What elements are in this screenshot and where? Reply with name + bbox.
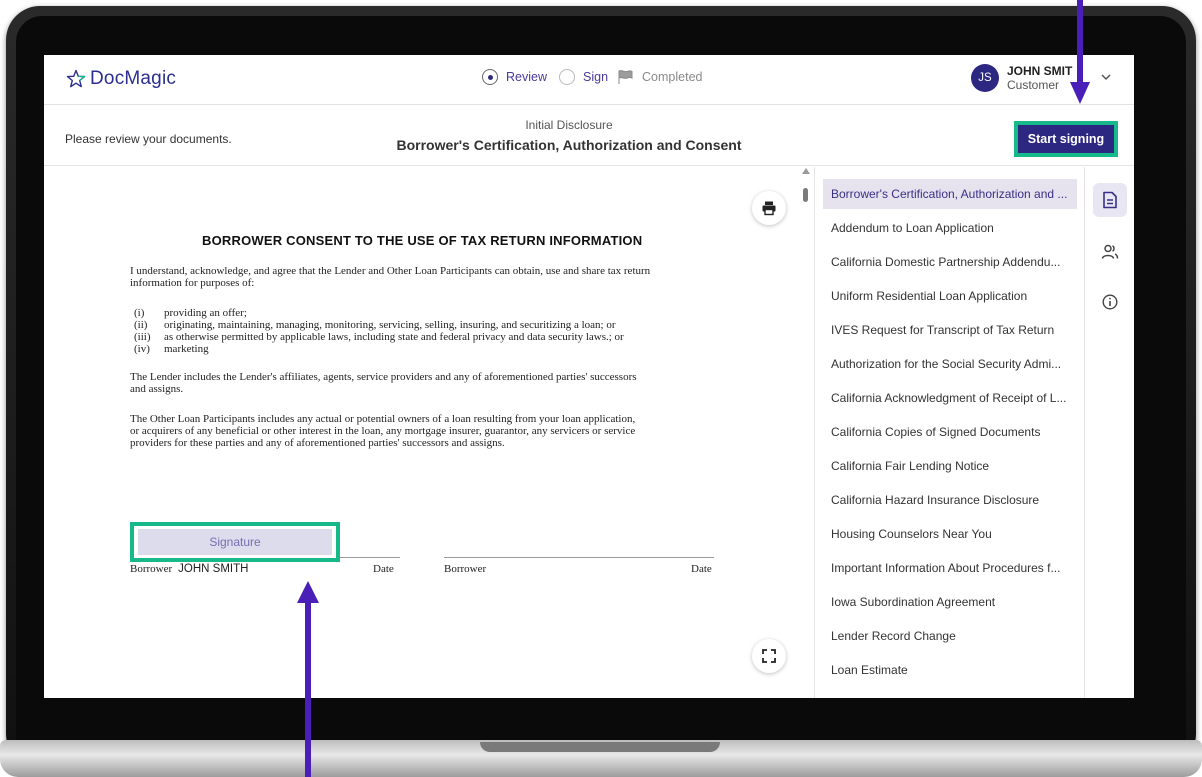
document-list-item[interactable]: Iowa Subordination Agreement: [823, 587, 1077, 617]
lender-para-line-1: The Lender includes the Lender's affilia…: [130, 371, 637, 383]
lender-para-line-2: and assigns.: [130, 383, 184, 395]
logo-text: DocMagic: [90, 68, 177, 89]
people-icon: [1101, 244, 1119, 259]
expand-icon: [762, 649, 776, 663]
document-list-item[interactable]: Important Information About Procedures f…: [823, 553, 1077, 583]
intro-line-2: information for purposes of:: [130, 277, 255, 289]
sub-header: Please review your documents. Initial Di…: [44, 106, 1134, 166]
borrower-name: JOHN SMITH: [178, 563, 249, 575]
document-category: Initial Disclosure: [525, 118, 613, 132]
user-info: JOHN SMIT Customer: [1007, 64, 1072, 92]
step-review-label: Review: [506, 70, 547, 84]
document-list-item[interactable]: California Domestic Partnership Addendu.…: [823, 247, 1077, 277]
list-number: (i): [134, 307, 145, 319]
date-label: Date: [373, 563, 394, 575]
document-list-item[interactable]: Loan Estimate: [823, 655, 1077, 685]
side-rail: [1084, 167, 1134, 698]
scroll-up-icon[interactable]: [802, 168, 810, 174]
laptop-notch: [480, 742, 720, 752]
annotation-arrow-down-icon: [1070, 0, 1090, 104]
list-item: (ii) originating, maintaining, managing, …: [130, 319, 616, 331]
document-list-item[interactable]: Addendum to Loan Application: [823, 213, 1077, 243]
signature-highlight: Signature: [130, 522, 340, 562]
participants-para-line-3: providers for these parties and any of a…: [130, 437, 505, 449]
document-title: Borrower's Certification, Authorization …: [396, 137, 742, 153]
borrower-label: Borrower JOHN SMITH: [130, 563, 248, 575]
list-text: as otherwise permitted by applicable law…: [164, 331, 624, 343]
document-list-item[interactable]: Borrower's Certification, Authorization …: [823, 179, 1077, 209]
app-screen: DocMagic Review Sign Completed JS JOHN S…: [44, 55, 1134, 698]
list-text: providing an offer;: [164, 307, 247, 319]
list-item: (iii) as otherwise permitted by applicabl…: [130, 331, 624, 343]
progress-steps: Review Sign Completed: [482, 69, 702, 85]
step-review-radio[interactable]: [482, 69, 498, 85]
document-list-item[interactable]: Housing Counselors Near You: [823, 519, 1077, 549]
list-number: (ii): [134, 319, 148, 331]
document-list-item[interactable]: California Hazard Insurance Disclosure: [823, 485, 1077, 515]
document-list-item[interactable]: Uniform Residential Loan Application: [823, 281, 1077, 311]
document-list-item[interactable]: California Acknowledgment of Receipt of …: [823, 383, 1077, 413]
top-bar: DocMagic Review Sign Completed JS JOHN S…: [44, 55, 1134, 105]
list-number: (iv): [134, 343, 150, 355]
print-icon: [762, 201, 776, 216]
document-scrollbar[interactable]: [801, 168, 811, 698]
list-text: marketing: [164, 343, 209, 355]
participants-para-line-2: or acquirers of any beneficial or other …: [130, 425, 636, 437]
coborrower-label: Borrower: [444, 563, 487, 575]
step-sign-radio[interactable]: [559, 69, 575, 85]
avatar: JS: [971, 64, 999, 92]
document-list-item[interactable]: IVES Request for Transcript of Tax Retur…: [823, 315, 1077, 345]
list-text: originating, maintaining, managing, moni…: [164, 319, 616, 331]
intro-line-1: I understand, acknowledge, and agree tha…: [130, 265, 651, 277]
chevron-down-icon[interactable]: [1100, 71, 1112, 83]
borrower-label-text: Borrower: [130, 563, 173, 575]
signature-line-coborrower: [444, 557, 714, 558]
scrollbar-thumb[interactable]: [803, 188, 808, 202]
document-viewer: BORROWER CONSENT TO THE USE OF TAX RETUR…: [44, 167, 812, 698]
start-signing-button[interactable]: Start signing: [1018, 125, 1114, 153]
list-item: (i) providing an offer;: [130, 307, 247, 319]
document-header: Initial Disclosure Borrower's Certificat…: [384, 118, 754, 155]
print-button[interactable]: [752, 191, 786, 225]
user-role: Customer: [1007, 78, 1060, 92]
review-hint: Please review your documents.: [65, 132, 232, 146]
user-name: JOHN SMIT: [1007, 64, 1073, 78]
annotation-arrow-up-icon: [297, 581, 319, 777]
document-icon: [1103, 191, 1117, 209]
start-signing-highlight: Start signing: [1014, 121, 1118, 157]
star-logo-icon: [66, 69, 86, 88]
flag-icon: [618, 70, 633, 84]
logo[interactable]: DocMagic: [66, 68, 176, 90]
document-list: Borrower's Certification, Authorization …: [814, 167, 1084, 698]
laptop-mockup: DocMagic Review Sign Completed JS JOHN S…: [0, 0, 1202, 777]
info-icon: [1102, 294, 1118, 310]
step-completed-label: Completed: [642, 70, 703, 84]
participants-tab[interactable]: [1093, 235, 1127, 269]
signature-field[interactable]: Signature: [138, 529, 332, 555]
document-list-item[interactable]: Authorization for the Social Security Ad…: [823, 349, 1077, 379]
info-tab[interactable]: [1093, 285, 1127, 319]
document-list-item[interactable]: Lender Record Change: [823, 621, 1077, 651]
step-sign-label: Sign: [583, 70, 609, 84]
fullscreen-button[interactable]: [752, 639, 786, 673]
list-item: (iv) marketing: [130, 343, 209, 355]
document-heading: BORROWER CONSENT TO THE USE OF TAX RETUR…: [202, 233, 643, 248]
document-list-item[interactable]: California Fair Lending Notice: [823, 451, 1077, 481]
documents-tab[interactable]: [1093, 183, 1127, 217]
participants-para-line-1: The Other Loan Participants includes any…: [130, 413, 636, 425]
document-list-item[interactable]: California Copies of Signed Documents: [823, 417, 1077, 447]
date-label-2: Date: [691, 563, 712, 575]
user-menu[interactable]: JS JOHN SMIT Customer: [971, 64, 1072, 92]
list-number: (iii): [134, 331, 151, 343]
